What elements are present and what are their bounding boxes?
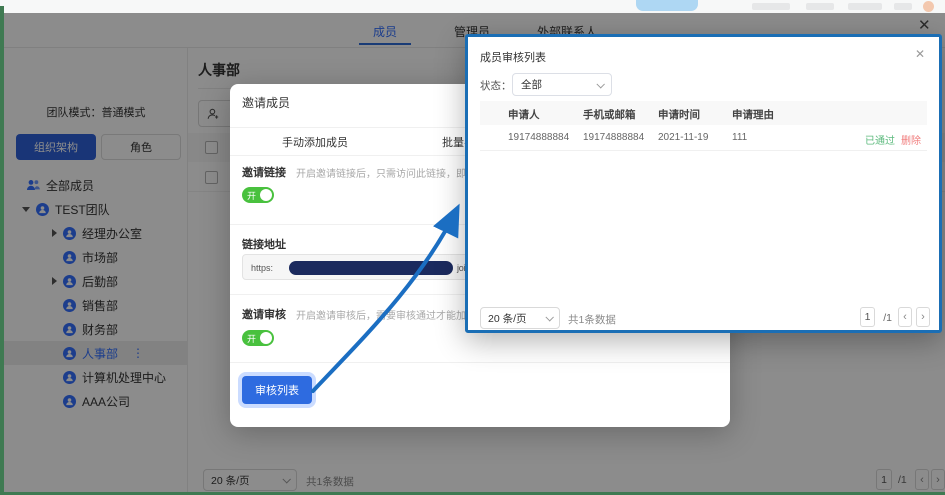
browser-toolbar-item <box>806 3 834 10</box>
cell-apply-reason: 111 <box>732 132 747 143</box>
next-page-button[interactable]: › <box>916 307 930 327</box>
status-approved-badge: 已通过 <box>865 136 895 147</box>
total-count-label: 共1条数据 <box>568 312 616 327</box>
toggle-on-label: 开 <box>247 189 256 202</box>
review-modal-title: 成员审核列表 <box>480 49 546 65</box>
browser-toolbar-item <box>894 3 912 10</box>
table-header-row: 申请人 手机或邮箱 申请时间 申请理由 <box>480 101 927 125</box>
page-total-label: /1 <box>883 312 892 324</box>
capture-border-left <box>0 6 4 495</box>
close-icon[interactable]: ✕ <box>918 16 931 34</box>
invite-modal-title: 邀请成员 <box>242 94 290 111</box>
prev-page-button[interactable]: ‹ <box>898 307 912 327</box>
screen: 成员 管理员 外部联系人 团队模式：普通模式 组织架构 角色 全部成员 TEST… <box>0 0 945 495</box>
current-page-box[interactable]: 1 <box>860 307 875 327</box>
invite-review-toggle[interactable]: 开 <box>242 330 274 346</box>
status-select[interactable]: 全部 <box>512 73 612 96</box>
cell-apply-time: 2021-11-19 <box>658 132 708 143</box>
cell-phone-email: 19174888884 <box>583 132 644 143</box>
invite-link-toggle[interactable]: 开 <box>242 187 274 203</box>
page-size-select[interactable]: 20 条/页 <box>480 307 560 329</box>
col-apply-time: 申请时间 <box>658 107 700 122</box>
col-apply-reason: 申请理由 <box>732 107 774 122</box>
toggle-knob <box>260 189 272 201</box>
cell-applicant: 19174888884 <box>508 132 569 143</box>
member-review-modal: 成员审核列表 ✕ 状态： 全部 申请人 手机或邮箱 申请时间 申请理由 1917… <box>465 34 942 333</box>
divider <box>230 362 730 363</box>
review-list-button[interactable]: 审核列表 <box>242 376 312 404</box>
tab-manual-add[interactable]: 手动添加成员 <box>270 134 360 150</box>
delete-link[interactable]: 删除 <box>901 136 921 147</box>
toggle-on-label: 开 <box>247 332 256 345</box>
invite-review-label: 邀请审核 <box>242 306 286 322</box>
link-address-label: 链接地址 <box>242 236 286 252</box>
status-value: 全部 <box>521 77 542 92</box>
browser-top-strip <box>0 0 945 13</box>
chevron-down-icon <box>596 80 604 88</box>
invite-link-label: 邀请链接 <box>242 164 286 180</box>
close-icon[interactable]: ✕ <box>915 47 925 61</box>
table-row: 19174888884 19174888884 2021-11-19 111 已… <box>480 125 927 151</box>
page-size-value: 20 条/页 <box>488 311 527 326</box>
browser-pill-button <box>636 0 698 11</box>
redacted-url-blob <box>289 261 453 275</box>
status-label: 状态： <box>480 78 512 93</box>
browser-avatar <box>923 1 934 12</box>
col-applicant: 申请人 <box>508 107 540 122</box>
browser-toolbar-item <box>848 3 882 10</box>
chevron-down-icon <box>545 313 553 321</box>
col-phone-email: 手机或邮箱 <box>583 107 636 122</box>
url-prefix: https: <box>251 263 273 273</box>
toggle-knob <box>260 332 272 344</box>
browser-toolbar-item <box>752 3 790 10</box>
